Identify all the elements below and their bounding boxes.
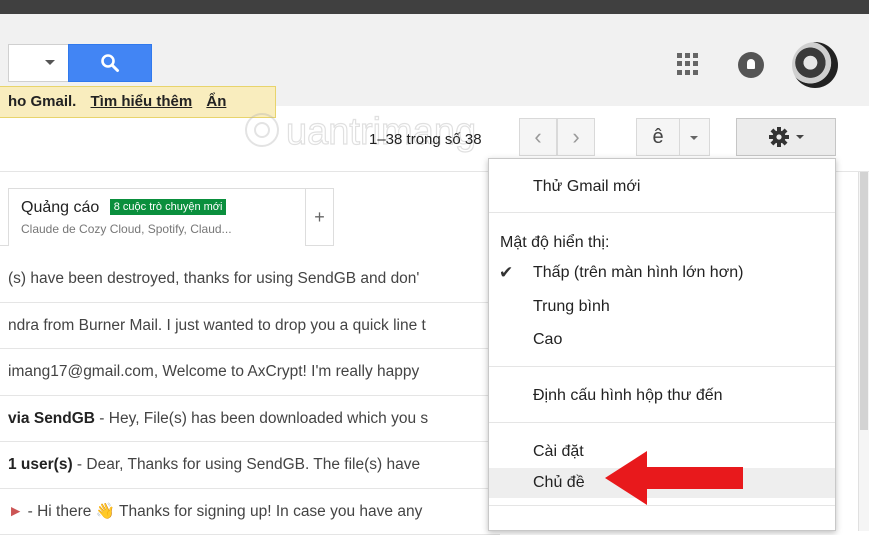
new-conversations-badge: 8 cuộc trò chuyện mới: [110, 199, 227, 215]
promo-text: ho Gmail.: [8, 93, 76, 110]
highlight-arrow-icon: [603, 449, 753, 507]
add-tab-button[interactable]: +: [306, 188, 334, 246]
hide-promo-link[interactable]: Ẩn: [206, 93, 226, 110]
input-tools-button[interactable]: ê: [636, 118, 680, 156]
menu-divider: [489, 366, 835, 367]
newer-page-button[interactable]: ‹: [519, 118, 557, 156]
density-label: Mật độ hiển thị:: [489, 228, 835, 258]
search-options-dropdown[interactable]: [8, 44, 68, 82]
email-row[interactable]: ndra from Burner Mail. I just wanted to …: [0, 303, 500, 350]
chevron-left-icon: ‹: [534, 124, 541, 150]
chevron-down-icon: [796, 135, 804, 139]
search-icon: [100, 53, 120, 73]
apps-grid-icon[interactable]: [677, 53, 699, 75]
menu-item-try-new-gmail[interactable]: Thử Gmail mới: [489, 172, 835, 202]
check-icon: ✔: [499, 258, 513, 288]
promo-banner: ho Gmail. Tìm hiểu thêm Ẩn: [0, 86, 276, 118]
tab-title: Quảng cáo: [21, 199, 99, 216]
gear-icon: [768, 126, 790, 148]
input-tools-dropdown[interactable]: [680, 118, 710, 156]
learn-more-link[interactable]: Tìm hiểu thêm: [91, 93, 193, 110]
chevron-down-icon: [45, 60, 55, 65]
search-button[interactable]: [68, 44, 152, 82]
email-row[interactable]: (s) have been destroyed, thanks for usin…: [0, 256, 500, 303]
browser-top-bar: [0, 0, 869, 14]
party-icon: ►: [8, 503, 23, 520]
menu-item-density-cozy[interactable]: Trung bình: [489, 292, 835, 322]
email-row[interactable]: 1 user(s) - Dear, Thanks for using SendG…: [0, 442, 500, 489]
inbox-tabs: Quảng cáo 8 cuộc trò chuyện mới Claude d…: [0, 188, 334, 246]
notifications-icon[interactable]: [738, 52, 764, 78]
chevron-right-icon: ›: [572, 124, 579, 150]
pagination-count: 1–38 trong số 38: [369, 131, 482, 148]
settings-gear-button[interactable]: [736, 118, 836, 156]
input-tool-label: ê: [652, 126, 663, 149]
menu-item-configure-inbox[interactable]: Định cấu hình hộp thư đến: [489, 381, 835, 411]
menu-item-density-comfortable[interactable]: Cao: [489, 325, 835, 355]
account-avatar[interactable]: [792, 42, 838, 88]
email-row[interactable]: via SendGB - Hey, File(s) has been downl…: [0, 396, 500, 443]
menu-divider: [489, 422, 835, 423]
menu-divider: [489, 212, 835, 213]
tab-senders: Claude de Cozy Cloud, Spotify, Claud...: [21, 222, 305, 236]
menu-item-density-compact[interactable]: ✔ Thấp (trên màn hình lớn hơn): [489, 258, 835, 288]
email-row[interactable]: ► - Hi there 👋 Thanks for signing up! In…: [0, 489, 500, 535]
email-row[interactable]: imang17@gmail.com, Welcome to AxCrypt! I…: [0, 349, 500, 396]
email-list: (s) have been destroyed, thanks for usin…: [0, 256, 500, 535]
scrollbar-thumb[interactable]: [860, 172, 868, 430]
older-page-button[interactable]: ›: [557, 118, 595, 156]
tab-promotions[interactable]: Quảng cáo 8 cuộc trò chuyện mới Claude d…: [8, 188, 306, 246]
